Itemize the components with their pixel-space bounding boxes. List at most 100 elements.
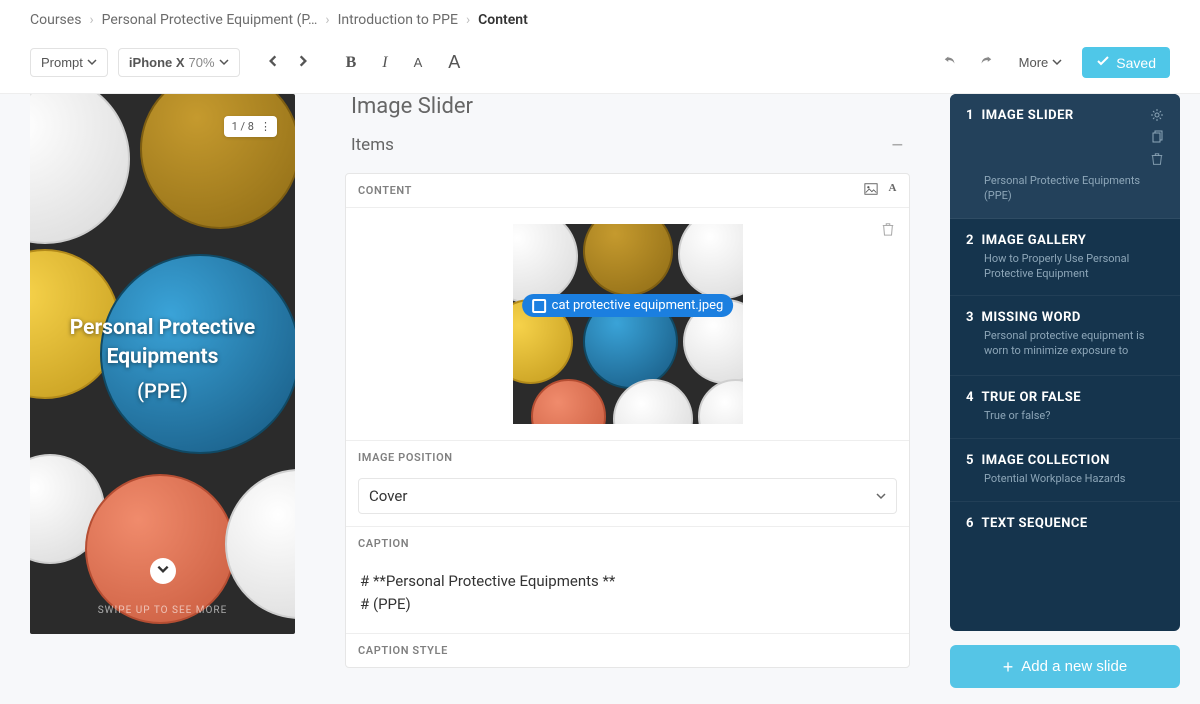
preview-column: 1 / 8 ⋮ Personal Protective Equipments (… [0, 94, 325, 704]
device-dropdown[interactable]: iPhone X 70% [118, 48, 240, 77]
slide-number: 4 [966, 390, 973, 405]
items-header: Items – [345, 133, 910, 167]
saved-label: Saved [1116, 55, 1156, 71]
slide-number: 5 [966, 453, 973, 468]
prompt-dropdown[interactable]: Prompt [30, 48, 108, 77]
slide-item-5[interactable]: 5 IMAGE COLLECTION Potential Workplace H… [950, 439, 1180, 502]
chevron-right-icon: › [89, 12, 93, 28]
prev-button[interactable] [260, 48, 286, 77]
copy-icon[interactable] [1150, 130, 1164, 148]
collapse-icon[interactable]: – [891, 133, 904, 157]
slide-title: TRUE OR FALSE [981, 390, 1164, 405]
slide-number: 6 [966, 516, 973, 531]
more-label: More [1019, 55, 1049, 70]
slide-desc: Potential Workplace Hazards [966, 472, 1164, 487]
slides-list: 1 IMAGE SLIDER Personal Protective Equip… [950, 94, 1180, 631]
bold-button[interactable]: B [340, 48, 363, 78]
slide-item-6[interactable]: 6 TEXT SEQUENCE [950, 502, 1180, 545]
undo-button[interactable] [937, 48, 963, 77]
breadcrumb-current: Content [478, 12, 528, 28]
add-slide-button[interactable]: + Add a new slide [950, 645, 1180, 688]
plus-icon: + [1003, 660, 1014, 674]
slide-title: IMAGE GALLERY [981, 233, 1164, 248]
slides-column: 1 IMAGE SLIDER Personal Protective Equip… [930, 94, 1200, 704]
chevron-right-icon: › [466, 12, 470, 28]
app-root: Courses › Personal Protective Equipment … [0, 0, 1200, 704]
gear-icon[interactable] [1150, 108, 1164, 126]
slide-counter-badge[interactable]: 1 / 8 ⋮ [224, 116, 277, 137]
chevron-right-icon [296, 54, 310, 71]
toolbar: Prompt iPhone X 70% B I A A [0, 40, 1200, 94]
slide-number: 3 [966, 310, 973, 325]
image-position-select[interactable]: Cover [358, 478, 897, 514]
zoom-label: 70% [189, 55, 215, 70]
breadcrumb: Courses › Personal Protective Equipment … [0, 0, 1200, 40]
chevron-left-icon [266, 54, 280, 71]
device-label: iPhone X [129, 55, 185, 70]
prompt-label: Prompt [41, 55, 83, 70]
content-card: CONTENT A [345, 173, 910, 668]
preview-subtitle: (PPE) [30, 377, 295, 405]
slide-desc: Personal Protective Equipments (PPE) [966, 174, 1164, 204]
breadcrumb-courses[interactable]: Courses [30, 12, 81, 28]
trash-icon[interactable] [1150, 152, 1164, 170]
scroll-down-button[interactable] [150, 558, 176, 584]
slide-desc: How to Properly Use Personal Protective … [966, 252, 1164, 282]
caption-label: CAPTION [346, 526, 909, 560]
undo-icon [943, 54, 957, 71]
slide-item-1[interactable]: 1 IMAGE SLIDER Personal Protective Equip… [950, 94, 1180, 219]
more-icon: ⋮ [260, 120, 269, 133]
font-size-small-button[interactable]: A [408, 49, 429, 76]
slide-title: TEXT SEQUENCE [981, 516, 1164, 531]
editor-title: Image Slider [345, 94, 910, 133]
image-position-value: Cover [369, 487, 407, 505]
caption-line-2: # (PPE) [360, 593, 895, 616]
chevron-down-icon [156, 562, 170, 580]
caption-style-label: CAPTION STYLE [346, 633, 909, 667]
image-icon[interactable] [864, 182, 878, 199]
nav-group [260, 48, 316, 77]
chevron-right-icon: › [325, 12, 329, 28]
chevron-down-icon [876, 487, 886, 505]
chevron-down-icon [219, 55, 229, 70]
italic-button[interactable]: I [376, 48, 393, 78]
font-size-large-button[interactable]: A [442, 46, 466, 79]
preview-title-overlay: Personal Protective Equipments (PPE) [30, 314, 295, 405]
items-label: Items [351, 135, 394, 155]
saved-button[interactable]: Saved [1082, 47, 1170, 78]
main-area: 1 / 8 ⋮ Personal Protective Equipments (… [0, 94, 1200, 704]
breadcrumb-course[interactable]: Personal Protective Equipment (P… [102, 12, 318, 28]
swipe-hint: SWIPE UP TO SEE MORE [30, 605, 295, 616]
redo-icon [979, 54, 993, 71]
content-card-header: CONTENT A [346, 174, 909, 208]
breadcrumb-lesson[interactable]: Introduction to PPE [338, 12, 458, 28]
thumb-image [513, 224, 743, 424]
chevron-down-icon [87, 55, 97, 70]
slide-title: IMAGE SLIDER [981, 108, 1142, 123]
caption-input[interactable]: # **Personal Protective Equipments ** # … [358, 564, 897, 621]
filename-chip[interactable]: cat protective equipment.jpeg [522, 294, 734, 317]
content-body: cat protective equipment.jpeg [346, 208, 909, 440]
slide-number: 2 [966, 233, 973, 248]
slide-item-4[interactable]: 4 TRUE OR FALSE True or false? [950, 376, 1180, 439]
device-preview[interactable]: 1 / 8 ⋮ Personal Protective Equipments (… [30, 94, 295, 634]
preview-title: Personal Protective Equipments [70, 316, 256, 369]
slide-desc: True or false? [966, 409, 1164, 424]
redo-button[interactable] [973, 48, 999, 77]
more-dropdown[interactable]: More [1009, 49, 1073, 76]
slide-counter: 1 / 8 [232, 120, 254, 133]
slide-title: IMAGE COLLECTION [981, 453, 1164, 468]
text-icon[interactable]: A [888, 182, 897, 199]
format-group: B I A A [340, 46, 467, 79]
filename-text: cat protective equipment.jpeg [552, 298, 724, 313]
next-button[interactable] [290, 48, 316, 77]
chevron-down-icon [1052, 55, 1062, 70]
image-position-label: IMAGE POSITION [346, 440, 909, 474]
slide-item-3[interactable]: 3 MISSING WORD Personal protective equip… [950, 296, 1180, 376]
image-thumbnail[interactable]: cat protective equipment.jpeg [513, 224, 743, 424]
slide-item-2[interactable]: 2 IMAGE GALLERY How to Properly Use Pers… [950, 219, 1180, 297]
slide-number: 1 [966, 108, 973, 123]
trash-icon [881, 225, 895, 240]
delete-image-button[interactable] [881, 222, 895, 240]
content-label: CONTENT [358, 184, 412, 197]
